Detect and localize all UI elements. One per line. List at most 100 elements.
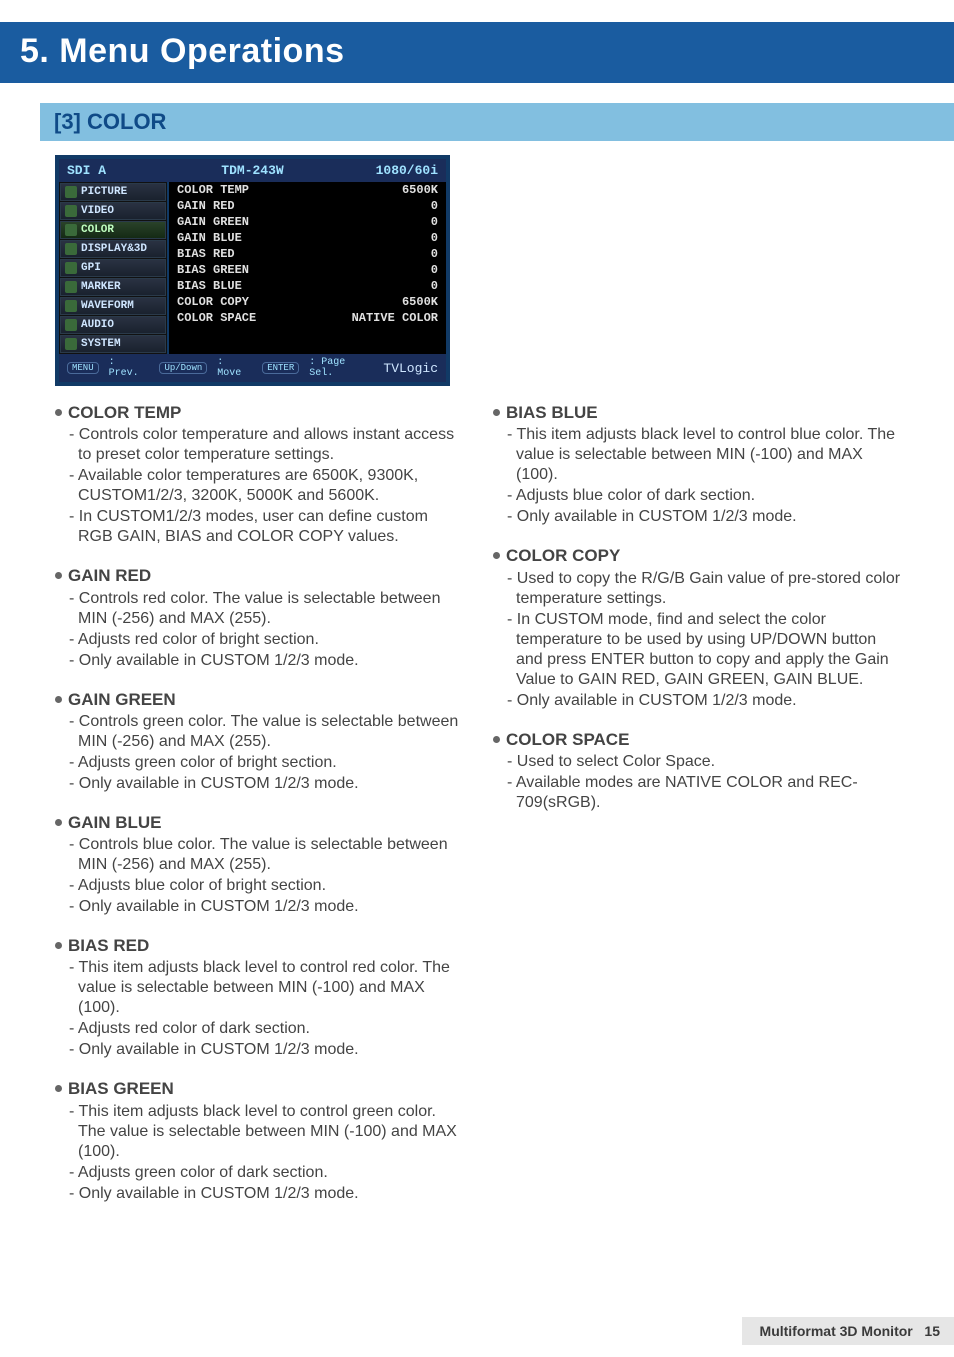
entry-list: Used to select Color Space.Available mod… <box>493 752 903 813</box>
bullet-icon <box>55 409 62 416</box>
osd-row: COLOR TEMP6500K <box>169 182 446 198</box>
osd-row-value: 0 <box>431 199 438 213</box>
osd-row: BIAS GREEN0 <box>169 262 446 278</box>
entry-list: Controls green color. The value is selec… <box>55 712 465 794</box>
osd-row: GAIN RED0 <box>169 198 446 214</box>
entry-heading: GAIN RED <box>55 565 465 586</box>
osd-menu-item: PICTURE <box>60 183 166 201</box>
osd-menu-item: MARKER <box>60 278 166 296</box>
footer-label: Multiformat 3D Monitor <box>760 1323 913 1339</box>
bullet-icon <box>55 942 62 949</box>
entry: BIAS REDThis item adjusts black level to… <box>55 935 465 1060</box>
entry-item: Only available in CUSTOM 1/2/3 mode. <box>69 1184 465 1204</box>
osd-key-updown: Up/Down <box>159 362 207 374</box>
entry-item: Adjusts blue color of bright section. <box>69 876 465 896</box>
left-column: COLOR TEMPControls color temperature and… <box>55 402 465 1222</box>
entry-heading: GAIN BLUE <box>55 812 465 833</box>
entry-item: Only available in CUSTOM 1/2/3 mode. <box>69 774 465 794</box>
osd-titlebar: SDI A TDM-243W 1080/60i <box>59 159 446 182</box>
bullet-icon <box>493 409 500 416</box>
osd-menu-label: VIDEO <box>81 205 114 217</box>
osd-row: GAIN GREEN0 <box>169 214 446 230</box>
osd-menu-item: GPI <box>60 259 166 277</box>
entry-title: COLOR SPACE <box>506 729 629 750</box>
entry-item: In CUSTOM1/2/3 modes, user can define cu… <box>69 507 465 547</box>
menu-icon <box>65 300 77 312</box>
osd-menu-item: VIDEO <box>60 202 166 220</box>
osd-row: BIAS RED0 <box>169 246 446 262</box>
bullet-icon <box>55 1085 62 1092</box>
osd-source: SDI A <box>67 163 191 178</box>
osd-row: COLOR SPACENATIVE COLOR <box>169 310 446 326</box>
menu-icon <box>65 186 77 198</box>
osd-menu-label: PICTURE <box>81 186 127 198</box>
osd-row-value: 0 <box>431 263 438 277</box>
entry-title: GAIN BLUE <box>68 812 162 833</box>
chapter-header: 5. Menu Operations <box>0 0 954 83</box>
entry-list: This item adjusts black level to control… <box>493 425 903 527</box>
osd-menu-item: AUDIO <box>60 316 166 334</box>
entry-list: This item adjusts black level to control… <box>55 1102 465 1204</box>
osd-footer: MENU : Prev. Up/Down : Move ENTER : Page… <box>59 354 446 382</box>
osd-row-value: 6500K <box>402 295 438 309</box>
osd-menu-item: COLOR <box>60 221 166 239</box>
entry-title: COLOR COPY <box>506 545 620 566</box>
entry-heading: BIAS RED <box>55 935 465 956</box>
osd-row-value: 6500K <box>402 183 438 197</box>
entry-item: Used to copy the R/G/B Gain value of pre… <box>507 569 903 609</box>
osd-row-value: 0 <box>431 279 438 293</box>
entry-list: This item adjusts black level to control… <box>55 958 465 1060</box>
page-footer: Multiformat 3D Monitor 15 <box>742 1317 954 1345</box>
osd-row-key: GAIN RED <box>177 199 431 213</box>
osd-menu-label: GPI <box>81 262 101 274</box>
osd-menu-label: DISPLAY&3D <box>81 243 147 255</box>
menu-icon <box>65 338 77 350</box>
entry-item: Controls red color. The value is selecta… <box>69 589 465 629</box>
entry-item: Only available in CUSTOM 1/2/3 mode. <box>507 507 903 527</box>
bullet-icon <box>493 552 500 559</box>
entry-item: Adjusts blue color of dark section. <box>507 486 903 506</box>
osd-values: COLOR TEMP6500KGAIN RED0GAIN GREEN0GAIN … <box>169 182 446 354</box>
osd-menu-label: MARKER <box>81 281 121 293</box>
osd-format: 1080/60i <box>314 163 438 178</box>
entry-list: Controls red color. The value is selecta… <box>55 589 465 671</box>
bullet-icon <box>55 572 62 579</box>
osd-row: GAIN BLUE0 <box>169 230 446 246</box>
osd-menu-label: COLOR <box>81 224 114 236</box>
entry-title: COLOR TEMP <box>68 402 181 423</box>
entry-item: Controls blue color. The value is select… <box>69 835 465 875</box>
entry-heading: GAIN GREEN <box>55 689 465 710</box>
entry-item: Only available in CUSTOM 1/2/3 mode. <box>507 691 903 711</box>
osd-key-enter: ENTER <box>262 362 299 374</box>
entry-item: Only available in CUSTOM 1/2/3 mode. <box>69 897 465 917</box>
entry: COLOR TEMPControls color temperature and… <box>55 402 465 547</box>
osd-model: TDM-243W <box>191 163 315 178</box>
entry-item: Adjusts red color of bright section. <box>69 630 465 650</box>
osd-row-key: GAIN GREEN <box>177 215 431 229</box>
footer-page: 15 <box>924 1323 940 1339</box>
entry-list: Controls color temperature and allows in… <box>55 425 465 547</box>
osd-row-value: 0 <box>431 247 438 261</box>
entry-title: BIAS RED <box>68 935 149 956</box>
osd-row-value: NATIVE COLOR <box>352 311 438 325</box>
entry-item: Available modes are NATIVE COLOR and REC… <box>507 773 903 813</box>
osd-hint-prev: : Prev. <box>109 357 150 379</box>
osd-row-key: COLOR SPACE <box>177 311 352 325</box>
entry-title: GAIN GREEN <box>68 689 176 710</box>
bullet-icon <box>493 736 500 743</box>
menu-icon <box>65 262 77 274</box>
entry-item: This item adjusts black level to control… <box>69 1102 465 1162</box>
entry-item: This item adjusts black level to control… <box>69 958 465 1018</box>
entry: COLOR COPY Used to copy the R/G/B Gain va… <box>493 545 903 710</box>
osd-row-key: COLOR COPY <box>177 295 402 309</box>
osd-row: BIAS BLUE0 <box>169 278 446 294</box>
osd-hint-move: : Move <box>217 357 252 379</box>
entry-heading: BIAS BLUE <box>493 402 903 423</box>
entry-item: Available color temperatures are 6500K, … <box>69 466 465 506</box>
entry-item: Adjusts green color of bright section. <box>69 753 465 773</box>
entry-item: Only available in CUSTOM 1/2/3 mode. <box>69 1040 465 1060</box>
entry-heading: COLOR COPY <box>493 545 903 566</box>
menu-icon <box>65 319 77 331</box>
osd-menu-item: WAVEFORM <box>60 297 166 315</box>
menu-icon <box>65 205 77 217</box>
